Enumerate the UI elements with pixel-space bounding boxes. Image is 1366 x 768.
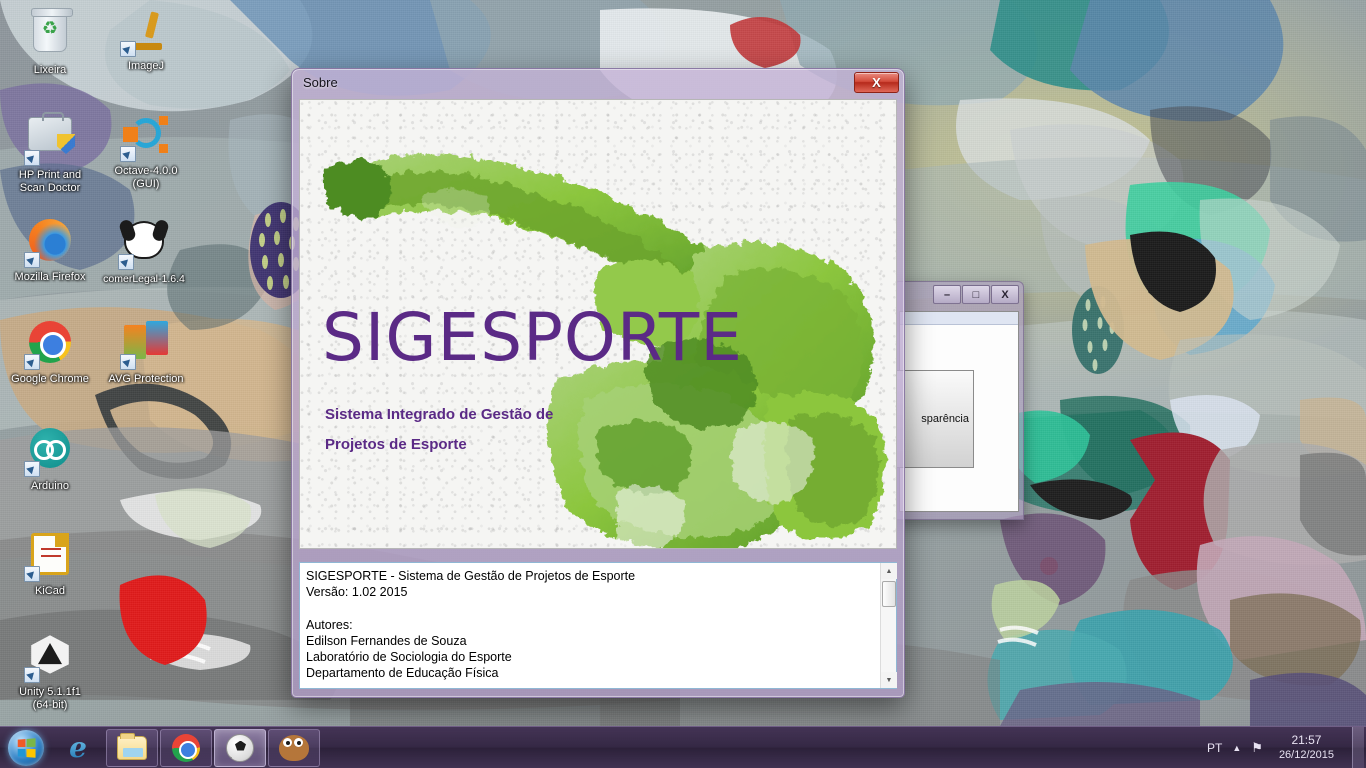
sobre-dialog[interactable]: Sobre X SIGESPORTE Sistema Integrado de …: [291, 68, 905, 698]
shortcut-arrow-icon: [24, 461, 40, 477]
desktop-icon-arduino[interactable]: Arduino: [4, 424, 96, 493]
taskbar-item-gimp[interactable]: [268, 728, 320, 767]
about-info-box[interactable]: SIGESPORTE - Sistema de Gestão de Projet…: [299, 562, 897, 689]
system-tray[interactable]: PT ▲ ⚑ 21:57 26/12/2015: [1207, 726, 1366, 768]
sigesporte-logotype: SIGESPORTE: [322, 299, 743, 376]
desktop-icon-label: Arduino: [31, 480, 69, 492]
background-window-body: sparência: [894, 311, 1019, 512]
minimize-button[interactable]: –: [933, 285, 961, 304]
scroll-up-arrow-icon[interactable]: ▲: [881, 563, 897, 579]
desktop-icon-label: ImageJ: [127, 60, 165, 72]
splash-image: SIGESPORTE Sistema Integrado de Gestão d…: [299, 99, 897, 549]
action-center-flag-icon[interactable]: ⚑: [1251, 740, 1263, 756]
dialog-titlebar[interactable]: Sobre X: [292, 69, 904, 97]
desktop-icon-mozilla-firefox[interactable]: Mozilla Firefox: [4, 216, 96, 284]
dialog-client-area: SIGESPORTE Sistema Integrado de Gestão d…: [299, 99, 897, 689]
background-window-toolbar: [900, 312, 1018, 325]
windows-logo-icon: [8, 729, 44, 766]
desktop-icon-lixeira[interactable]: Lixeira: [4, 8, 96, 77]
background-window-titlebar[interactable]: – □ X: [894, 282, 1023, 310]
shortcut-arrow-icon: [24, 354, 40, 370]
desktop-icon-label: Octave-4.0.0 (GUI): [114, 165, 178, 190]
desktop-icon-octave[interactable]: Octave-4.0.0 (GUI): [100, 110, 192, 191]
desktop-icon-google-chrome[interactable]: Google Chrome: [4, 318, 96, 386]
close-button[interactable]: X: [991, 285, 1019, 304]
desktop[interactable]: Lixeira ImageJ HP Print and Scan Doctor …: [0, 0, 1366, 768]
soccer-ball-icon: [226, 733, 254, 762]
shortcut-arrow-icon: [24, 150, 40, 166]
scroll-down-arrow-icon[interactable]: ▼: [881, 672, 897, 688]
taskbar-item-windows-explorer[interactable]: [106, 728, 158, 767]
desktop-icon-unity[interactable]: Unity 5.1.1f1 (64-bit): [4, 630, 96, 712]
hp-printer-icon: [24, 112, 74, 166]
scrollbar-thumb[interactable]: [882, 581, 896, 607]
show-hidden-icons-chevron-icon[interactable]: ▲: [1232, 743, 1241, 753]
taskbar[interactable]: e PT ▲ ⚑ 21:57 26/12/2015: [0, 726, 1366, 768]
sigesporte-tagline: Sistema Integrado de Gestão de Projetos …: [325, 406, 554, 453]
desktop-icon-hp-print-scan-doctor[interactable]: HP Print and Scan Doctor: [4, 110, 96, 195]
desktop-icon-label: HP Print and Scan Doctor: [18, 169, 82, 194]
info-scrollbar[interactable]: ▲ ▼: [880, 563, 897, 688]
recycle-bin-icon: [26, 8, 74, 60]
desktop-icon-label: comerLegal-1.6.4: [103, 273, 185, 285]
language-indicator[interactable]: PT: [1207, 741, 1222, 755]
show-desktop-button[interactable]: [1352, 726, 1364, 768]
dialog-title: Sobre: [303, 75, 338, 90]
internet-explorer-icon: e: [69, 731, 87, 764]
clock[interactable]: 21:57 26/12/2015: [1273, 733, 1340, 763]
unity-icon: [24, 634, 74, 683]
clock-date: 26/12/2015: [1278, 748, 1334, 761]
taskbar-item-internet-explorer[interactable]: e: [52, 729, 104, 767]
desktop-icon-label: Lixeira: [33, 64, 67, 76]
desktop-icon-label: Google Chrome: [11, 373, 89, 385]
kicad-icon: [24, 533, 74, 582]
arduino-icon: [24, 428, 74, 477]
shortcut-arrow-icon: [24, 566, 40, 582]
shortcut-arrow-icon: [120, 146, 136, 162]
shortcut-arrow-icon: [120, 41, 136, 57]
desktop-icon-avg-protection[interactable]: AVG Protection: [100, 318, 192, 386]
dog-icon: [118, 221, 168, 270]
chrome-icon: [172, 733, 200, 762]
desktop-icon-comerlegal[interactable]: comerLegal-1.6.4: [98, 216, 190, 286]
shortcut-arrow-icon: [24, 667, 40, 683]
firefox-icon: [24, 219, 74, 268]
microscope-icon: [120, 8, 170, 57]
start-button[interactable]: [2, 729, 50, 767]
background-window[interactable]: – □ X sparência: [893, 281, 1024, 520]
taskbar-item-sigesporte[interactable]: [214, 728, 266, 767]
avg-icon: [120, 321, 170, 370]
folder-icon: [117, 732, 147, 760]
gimp-icon: [279, 734, 309, 761]
maximize-button[interactable]: □: [962, 285, 990, 304]
transparencia-panel[interactable]: sparência: [894, 370, 974, 468]
desktop-icon-label: AVG Protection: [108, 373, 184, 385]
close-button[interactable]: X: [854, 72, 899, 93]
about-info-text: SIGESPORTE - Sistema de Gestão de Projet…: [306, 569, 636, 681]
chrome-icon: [24, 321, 74, 370]
desktop-icon-label: KiCad: [35, 585, 65, 597]
desktop-icon-imagej[interactable]: ImageJ: [100, 8, 192, 73]
shortcut-arrow-icon: [120, 354, 136, 370]
shortcut-arrow-icon: [118, 254, 134, 270]
desktop-icon-kicad[interactable]: KiCad: [4, 530, 96, 598]
shortcut-arrow-icon: [24, 252, 40, 268]
desktop-icon-label: Mozilla Firefox: [14, 271, 86, 283]
clock-time: 21:57: [1291, 732, 1322, 747]
desktop-icon-label: Unity 5.1.1f1 (64-bit): [19, 686, 81, 711]
taskbar-item-google-chrome[interactable]: [160, 728, 212, 767]
background-window-controls: – □ X: [933, 285, 1019, 304]
octave-icon: [120, 113, 170, 162]
